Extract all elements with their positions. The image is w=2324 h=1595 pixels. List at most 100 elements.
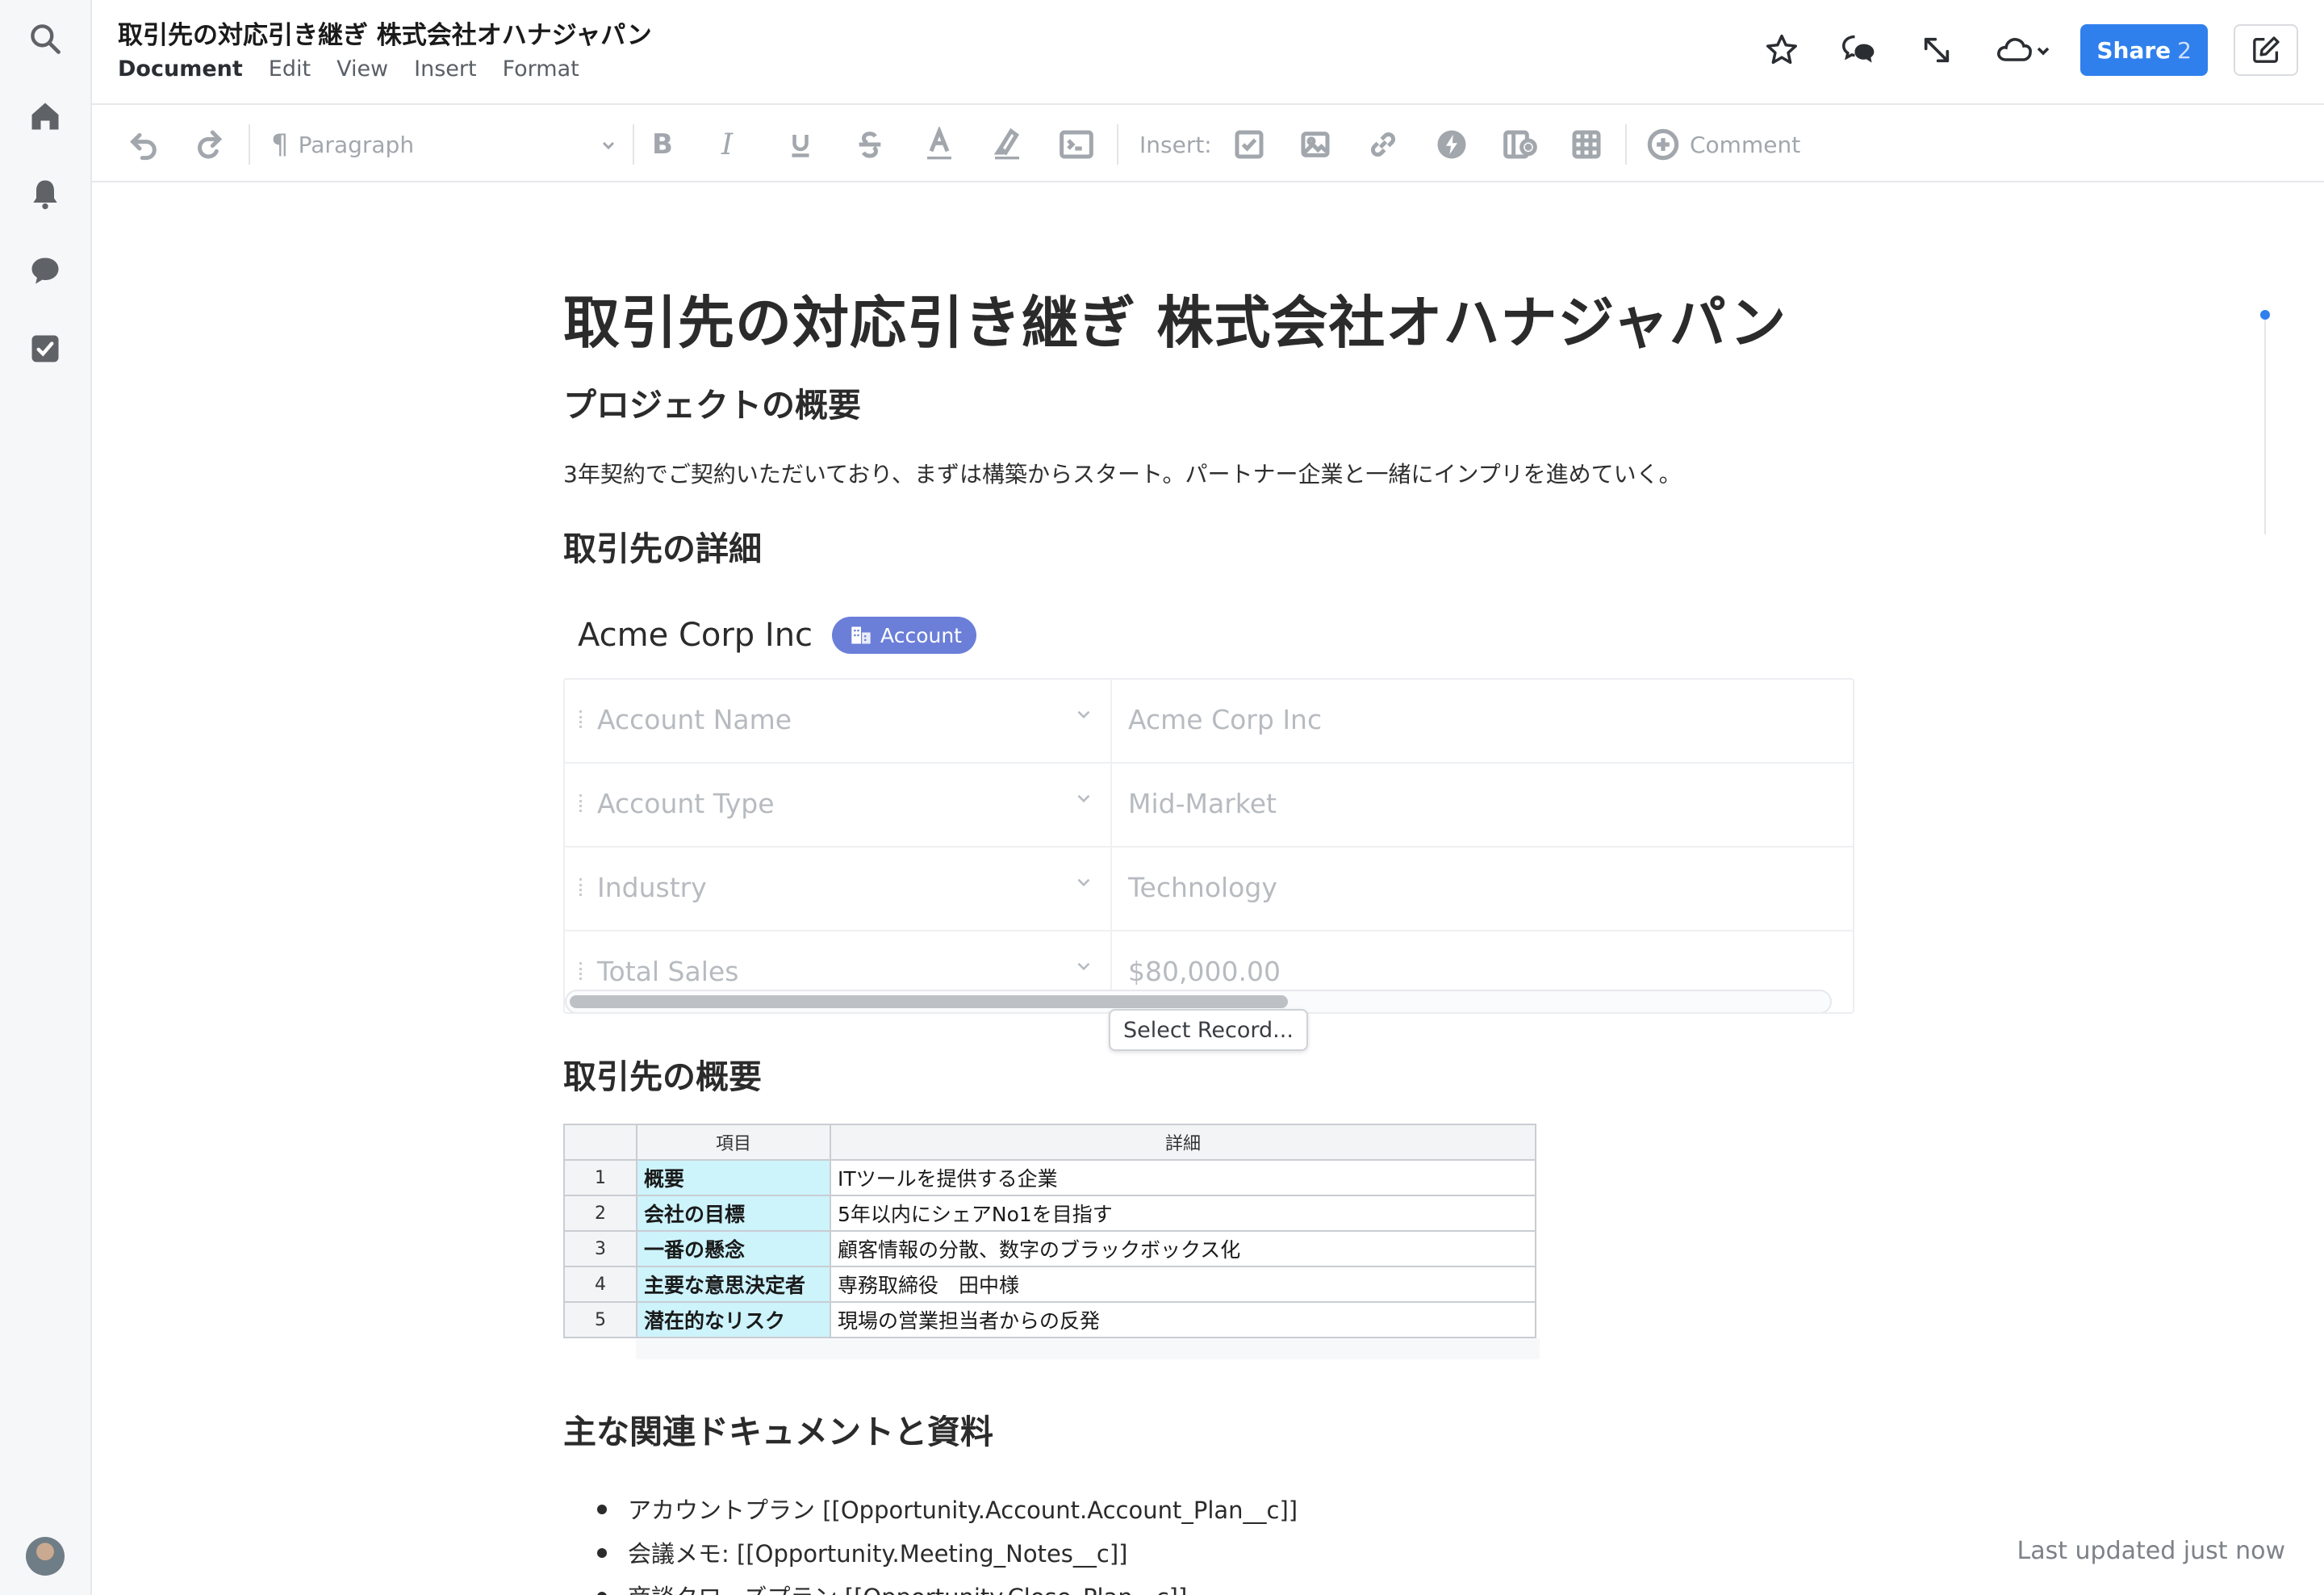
section-heading-documents[interactable]: 主な関連ドキュメントと資料 — [563, 1405, 993, 1453]
drag-handle-icon[interactable] — [579, 710, 583, 728]
row-number[interactable]: 3 — [563, 1230, 637, 1267]
record-row-industry[interactable]: Industry Technology — [565, 848, 1853, 931]
list-item[interactable]: アカウントプラン [[Opportunity.Account.Account_P… — [563, 1492, 1298, 1535]
detail-cell[interactable]: 顧客情報の分散、数字のブラックボックス化 — [830, 1230, 1536, 1267]
cloud-menu-icon[interactable] — [1992, 27, 2056, 73]
project-paragraph[interactable]: 3年契約でご契約いただいており、まずは構築からスタート。パートナー企業と一緒にイ… — [563, 457, 1682, 489]
record-row-account-name[interactable]: Account Name Acme Corp Inc — [565, 680, 1853, 764]
undo-icon[interactable] — [127, 123, 160, 166]
field-value: Mid-Market — [1128, 788, 1277, 819]
paragraph-style-select[interactable]: ¶ Paragraph — [271, 123, 618, 166]
paragraph-label: Paragraph — [298, 131, 415, 158]
field-value: $80,000.00 — [1128, 956, 1281, 987]
expand-icon[interactable] — [1914, 27, 1959, 73]
menu-document[interactable]: Document — [118, 57, 243, 82]
table-row[interactable]: 3 一番の懸念 顧客情報の分散、数字のブラックボックス化 — [563, 1230, 1536, 1267]
star-icon[interactable] — [1759, 27, 1804, 73]
bold-button[interactable]: B — [652, 123, 673, 166]
menu-insert[interactable]: Insert — [414, 57, 476, 82]
edit-icon — [2253, 36, 2280, 63]
item-cell[interactable]: 主要な意思決定者 — [636, 1266, 831, 1303]
detail-cell[interactable]: 専務取締役 田中様 — [830, 1266, 1536, 1303]
drag-handle-icon[interactable] — [579, 878, 583, 896]
row-number[interactable]: 5 — [563, 1301, 637, 1338]
table-shadow — [636, 1338, 1540, 1359]
table-row[interactable]: 4 主要な意思決定者 専務取締役 田中様 — [563, 1266, 1536, 1303]
chevron-down-icon — [1077, 962, 1090, 971]
share-label: Share — [2096, 36, 2171, 64]
chat-icon[interactable] — [26, 252, 65, 291]
menu-view[interactable]: View — [336, 57, 388, 82]
table-row[interactable]: 1 概要 ITツールを提供する企業 — [563, 1159, 1536, 1196]
record-name[interactable]: Acme Corp Inc — [578, 617, 813, 654]
row-number-header[interactable] — [563, 1124, 637, 1161]
item-cell[interactable]: 潜在的なリスク — [636, 1301, 831, 1338]
table-header-row: 項目 詳細 — [563, 1124, 1536, 1161]
list-item[interactable]: 会議メモ: [[Opportunity.Meeting_Notes__c]] — [563, 1535, 1298, 1579]
home-icon[interactable] — [26, 97, 65, 136]
row-number[interactable]: 4 — [563, 1266, 637, 1303]
compose-button[interactable] — [2234, 24, 2298, 76]
column-header-item[interactable]: 項目 — [636, 1124, 831, 1161]
drag-handle-icon[interactable] — [579, 794, 583, 812]
redo-icon[interactable] — [194, 123, 226, 166]
image-insert-icon[interactable] — [1299, 123, 1331, 166]
table-insert-icon[interactable] — [1570, 123, 1603, 166]
insert-label: Insert: — [1139, 131, 1212, 158]
italic-button[interactable]: I — [721, 123, 733, 166]
comment-button[interactable]: Comment — [1646, 123, 1800, 166]
detail-cell[interactable]: 現場の営業担当者からの反発 — [830, 1301, 1536, 1338]
comments-icon[interactable] — [1837, 27, 1882, 73]
search-icon[interactable] — [26, 19, 65, 58]
section-heading-project[interactable]: プロジェクトの概要 — [563, 378, 861, 426]
drag-handle-icon[interactable] — [579, 962, 583, 980]
document-outline-scrollbar[interactable] — [2264, 310, 2266, 534]
field-label: Account Type — [597, 788, 775, 819]
share-count: 2 — [2177, 36, 2192, 64]
avatar[interactable] — [26, 1537, 65, 1576]
row-number[interactable]: 2 — [563, 1195, 637, 1232]
row-number[interactable]: 1 — [563, 1159, 637, 1196]
section-heading-details[interactable]: 取引先の詳細 — [563, 521, 762, 570]
field-label: Total Sales — [597, 956, 739, 987]
pilcrow-icon: ¶ — [271, 128, 289, 161]
chevron-down-icon — [1077, 878, 1090, 887]
column-header-detail[interactable]: 詳細 — [830, 1124, 1536, 1161]
record-row-account-type[interactable]: Account Type Mid-Market — [565, 764, 1853, 848]
section-heading-summary[interactable]: 取引先の概要 — [563, 1049, 762, 1098]
select-record-button[interactable]: Select Record... — [1109, 1009, 1308, 1051]
menu-edit[interactable]: Edit — [269, 57, 311, 82]
last-updated-status: Last updated just now — [2017, 1537, 2286, 1565]
bell-icon[interactable] — [26, 174, 65, 213]
link-insert-icon[interactable] — [1367, 123, 1399, 166]
lightning-insert-icon[interactable] — [1435, 123, 1469, 166]
table-row[interactable]: 2 会社の目標 5年以内にシェアNo1を目指す — [563, 1195, 1536, 1232]
item-cell[interactable]: 一番の懸念 — [636, 1230, 831, 1267]
summary-table[interactable]: 項目 詳細 1 概要 ITツールを提供する企業 2 会社の目標 5年以内にシェア… — [563, 1124, 1536, 1338]
table-row[interactable]: 5 潜在的なリスク 現場の営業担当者からの反発 — [563, 1301, 1536, 1338]
underline-icon[interactable] — [786, 123, 815, 166]
account-badge[interactable]: Account — [832, 617, 976, 654]
menu-format[interactable]: Format — [503, 57, 579, 82]
document-title-bar[interactable]: 取引先の対応引き継ぎ 株式会社オハナジャパン — [118, 15, 652, 51]
detail-cell[interactable]: 5年以内にシェアNo1を目指す — [830, 1195, 1536, 1232]
item-cell[interactable]: 概要 — [636, 1159, 831, 1196]
document-heading[interactable]: 取引先の対応引き継ぎ 株式会社オハナジャパン — [563, 278, 1787, 359]
detail-cell[interactable]: ITツールを提供する企業 — [830, 1159, 1536, 1196]
item-cell[interactable]: 会社の目標 — [636, 1195, 831, 1232]
strikethrough-icon[interactable] — [854, 123, 886, 166]
text-color-icon[interactable] — [923, 123, 955, 166]
code-block-icon[interactable] — [1059, 123, 1094, 166]
highlight-icon[interactable] — [991, 123, 1023, 166]
share-button[interactable]: Share 2 — [2080, 24, 2208, 76]
chevron-down-icon — [602, 141, 615, 150]
header-actions: Share 2 — [1727, 24, 2298, 76]
field-label: Industry — [597, 872, 707, 903]
list-item[interactable]: 商談クローズプラン [[Opportunity.Close_Plan__c]] — [563, 1579, 1298, 1595]
tasks-icon[interactable] — [26, 329, 65, 368]
chevron-down-icon — [1077, 710, 1090, 719]
scrollbar-thumb[interactable] — [570, 995, 1288, 1008]
record-insert-icon[interactable] — [1503, 123, 1538, 166]
menu-bar: Document Edit View Insert Format — [118, 57, 579, 82]
checkbox-insert-icon[interactable] — [1233, 123, 1265, 166]
